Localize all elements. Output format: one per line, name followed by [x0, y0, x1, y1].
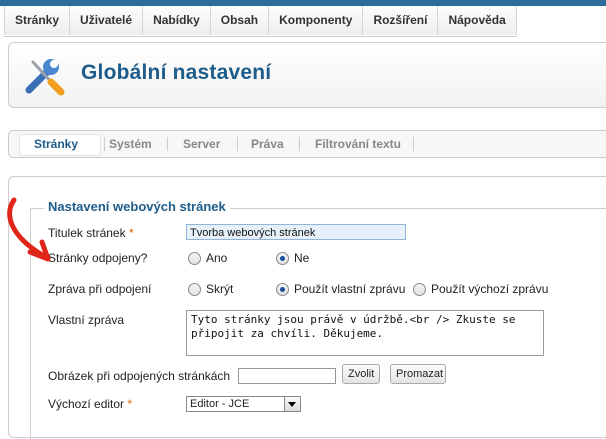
tab-separator: [167, 137, 168, 151]
menu-item-pages[interactable]: Stránky: [4, 6, 71, 35]
offline-yes-label: Ano: [206, 251, 228, 265]
custom-message-label: Vlastní zpráva: [48, 313, 125, 327]
tools-icon: [25, 59, 65, 96]
menu-item-menus[interactable]: Nabídky: [143, 6, 211, 35]
clear-image-button[interactable]: Promazat: [390, 364, 446, 384]
offline-no-label: Ne: [294, 251, 310, 265]
offline-hide-label: Skrýt: [206, 282, 234, 296]
tab-pages[interactable]: Stránky: [34, 131, 78, 157]
chevron-down-icon[interactable]: [284, 397, 300, 411]
default-editor-label: Výchozí editor *: [48, 397, 133, 411]
tab-permissions[interactable]: Práva: [251, 131, 284, 157]
offline-custom-label: Použít vlastní zprávu: [294, 282, 406, 296]
select-image-button[interactable]: Zvolit: [342, 364, 380, 384]
offline-hide-radio[interactable]: [188, 283, 201, 296]
tab-text-filters[interactable]: Filtrování textu: [315, 131, 401, 157]
default-editor-select[interactable]: Editor - JCE: [186, 396, 301, 412]
custom-message-textarea[interactable]: Tyto stránky jsou právě v údržbě.<br /> …: [186, 310, 544, 356]
tab-server[interactable]: Server: [183, 131, 220, 157]
offline-image-input[interactable]: [238, 368, 336, 384]
tab-separator: [104, 137, 105, 151]
site-name-input[interactable]: Tvorba webových stránek: [186, 224, 406, 240]
offline-default-label: Použít výchozí zprávu: [431, 282, 549, 296]
tab-separator: [413, 137, 414, 151]
menu-item-components[interactable]: Komponenty: [269, 6, 364, 35]
main-menu: Stránky Uživatelé Nabídky Obsah Komponen…: [4, 6, 517, 37]
offline-custom-radio[interactable]: [276, 283, 289, 296]
offline-message-label: Zpráva při odpojení: [48, 282, 152, 296]
menu-item-extensions[interactable]: Rozšíření: [363, 6, 439, 35]
page-title: Globální nastavení: [81, 61, 272, 84]
offline-yes-radio[interactable]: [188, 252, 201, 265]
menu-item-users[interactable]: Uživatelé: [70, 6, 144, 35]
menu-item-content[interactable]: Obsah: [210, 6, 270, 35]
fieldset-legend: Nastavení webových stránek: [44, 199, 230, 214]
page-header: Globální nastavení: [8, 42, 606, 108]
annotation-arrow-icon: [7, 197, 51, 262]
offline-default-radio[interactable]: [413, 283, 426, 296]
settings-tabs: Stránky Systém Server Práva Filtrování t…: [8, 130, 606, 158]
tab-separator: [299, 137, 300, 151]
menu-item-help[interactable]: Nápověda: [438, 6, 517, 35]
tab-system[interactable]: Systém: [109, 131, 152, 157]
top-menu-bar: Stránky Uživatelé Nabídky Obsah Komponen…: [0, 0, 606, 38]
offline-no-radio[interactable]: [276, 252, 289, 265]
default-editor-value: Editor - JCE: [190, 398, 250, 410]
offline-image-label: Obrázek při odpojených stránkách: [48, 369, 231, 383]
tab-separator: [237, 137, 238, 151]
